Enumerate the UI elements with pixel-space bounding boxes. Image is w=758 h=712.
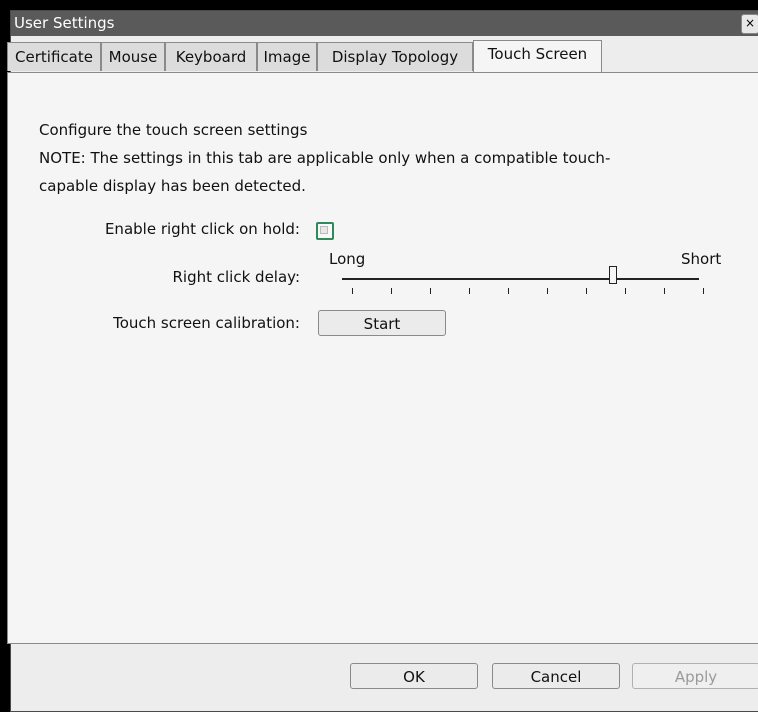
slider-tick [586,288,587,294]
slider-tick [625,288,626,294]
slider-tick [391,288,392,294]
touch-screen-calibration-label: Touch screen calibration: [113,314,300,332]
right-click-delay-label: Right click delay: [172,268,301,286]
tab-mouse[interactable]: Mouse [101,42,165,71]
tab-image[interactable]: Image [257,42,317,71]
slider-tick [430,288,431,294]
ok-button[interactable]: OK [350,663,478,689]
tab-keyboard[interactable]: Keyboard [165,42,257,71]
tab-certificate[interactable]: Certificate [7,42,101,71]
window-titlebar: User Settings [11,11,758,36]
slider-tick [508,288,509,294]
tab-touch-screen[interactable]: Touch Screen [473,40,602,74]
description-line: capable display has been detected. [39,177,306,195]
tab-display-topology[interactable]: Display Topology [317,42,473,71]
slider-tick [469,288,470,294]
slider-min-label: Long [329,250,366,268]
calibration-start-button[interactable]: Start [318,310,446,336]
slider-tick [703,288,704,294]
touch-screen-description: Configure the touch screen settings NOTE… [39,116,719,200]
slider-tick [547,288,548,294]
cancel-button[interactable]: Cancel [492,663,620,689]
right-click-delay-slider-track[interactable] [342,278,699,280]
window-title: User Settings [14,14,115,32]
slider-max-label: Short [681,250,722,268]
apply-button[interactable]: Apply [632,663,758,689]
description-line: NOTE: The settings in this tab are appli… [39,149,611,167]
slider-tick [352,288,353,294]
slider-tick [664,288,665,294]
enable-right-click-label: Enable right click on hold: [104,220,300,238]
right-click-delay-slider-thumb[interactable] [609,266,618,284]
description-line: Configure the touch screen settings [39,121,308,139]
close-icon[interactable]: × [741,14,758,34]
enable-right-click-checkbox[interactable] [316,222,334,240]
